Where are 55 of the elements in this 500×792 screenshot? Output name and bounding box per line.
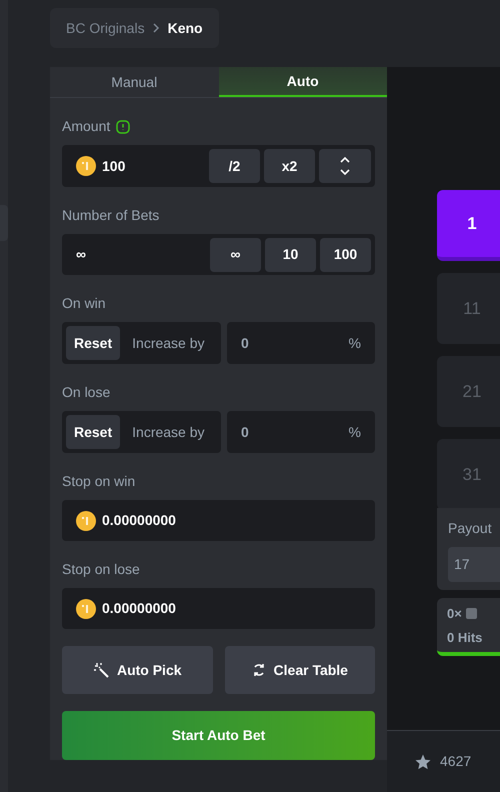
payout-value: 17 xyxy=(454,555,470,574)
info-icon xyxy=(116,120,130,134)
field-value: 0.00000000 xyxy=(102,599,176,618)
magic-wand-icon xyxy=(92,662,109,678)
multiplier-text: 0× xyxy=(447,605,462,623)
preset-button[interactable]: 10 xyxy=(265,238,316,272)
number-tile[interactable]: 1 xyxy=(437,190,500,261)
preset-button[interactable]: /2 xyxy=(209,149,260,183)
breadcrumb-link[interactable]: BC Originals xyxy=(66,18,145,38)
coin-icon xyxy=(76,156,96,176)
reset-button[interactable]: Reset Increase by xyxy=(62,411,221,453)
hits-text: 0 Hits xyxy=(447,628,484,646)
field-value: ∞ xyxy=(76,245,87,264)
action-button[interactable]: Auto Pick xyxy=(62,646,212,694)
mode-label: Increase by xyxy=(132,334,205,353)
star-icon[interactable] xyxy=(414,752,432,770)
amount-field[interactable]: 0.00000000 xyxy=(62,500,375,541)
field-label: On win xyxy=(62,294,106,313)
mode-tab[interactable]: Manual xyxy=(50,67,218,97)
field-label: Stop on lose xyxy=(62,560,140,579)
coin-icon xyxy=(76,598,96,618)
unit-label: % xyxy=(348,334,361,352)
preset-button[interactable]: ∞ xyxy=(210,238,261,272)
chevron-right-icon xyxy=(152,23,160,33)
field-value: 0.00000000 xyxy=(102,511,176,530)
action-button[interactable]: Clear Table xyxy=(224,646,375,694)
reset-label: Reset xyxy=(66,326,120,360)
unit-label: % xyxy=(348,422,361,442)
reset-label: Reset xyxy=(66,415,120,449)
percent-field[interactable]: 0 % xyxy=(227,411,375,453)
bets-field[interactable]: ∞ ∞ 10 100 xyxy=(62,234,375,275)
amount-field[interactable]: 0.00000000 xyxy=(62,588,375,629)
breadcrumb-current: Keno xyxy=(168,18,203,38)
reset-button[interactable]: Reset Increase by xyxy=(62,322,221,364)
field-value: 0 xyxy=(241,334,249,352)
field-label: On lose xyxy=(62,383,110,402)
start-auto-bet-button[interactable]: Start Auto Bet xyxy=(62,711,375,760)
field-label: Amount xyxy=(62,117,110,136)
amount-field[interactable]: 100 /2 x2 xyxy=(62,145,375,187)
payout-label: Payout xyxy=(448,519,493,538)
up-down-icon xyxy=(340,156,350,176)
percent-field[interactable]: 0 % xyxy=(227,322,375,364)
stepper-button[interactable] xyxy=(319,149,371,183)
mode-label: Increase by xyxy=(132,422,205,442)
field-label: Number of Bets xyxy=(62,206,160,225)
field-label: Stop on win xyxy=(62,472,136,491)
mode-tab[interactable]: Auto xyxy=(218,67,387,97)
likes-count: 4627 xyxy=(440,752,472,771)
square-icon xyxy=(466,608,477,620)
refresh-icon xyxy=(252,663,266,677)
coin-icon xyxy=(76,510,96,530)
field-value: 100 xyxy=(102,156,126,176)
preset-button[interactable]: 100 xyxy=(320,238,371,272)
preset-button[interactable]: x2 xyxy=(264,149,315,183)
field-value: 0 xyxy=(241,422,249,442)
